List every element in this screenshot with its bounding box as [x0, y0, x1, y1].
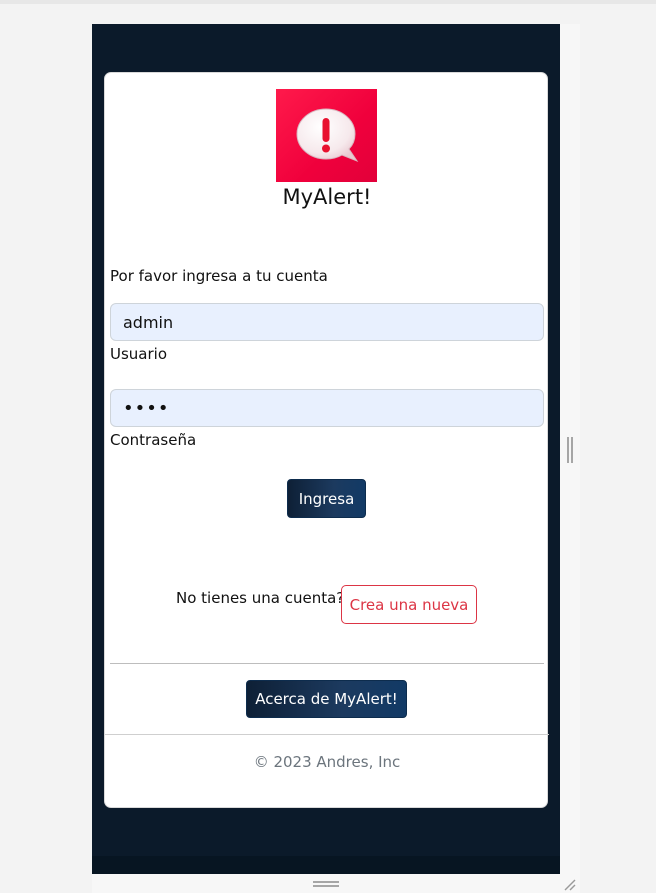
alert-logo-icon [276, 89, 377, 182]
resize-handle-vertical[interactable] [567, 437, 573, 463]
resize-corner-grip-icon[interactable] [562, 876, 576, 891]
register-question: No tienes una cuenta? [176, 589, 345, 607]
app-title: MyAlert! [282, 185, 372, 209]
browser-top-strip [0, 0, 656, 4]
footer-divider [105, 734, 549, 735]
username-value: admin [123, 312, 174, 332]
password-input[interactable]: •••• [110, 389, 544, 427]
footer-copyright: © 2023 Andres, Inc [253, 753, 401, 771]
create-account-button[interactable]: Crea una nueva [341, 585, 477, 624]
username-input[interactable]: admin [110, 303, 544, 341]
resize-handle-horizontal[interactable] [313, 881, 339, 887]
about-button[interactable]: Acerca de MyAlert! [246, 680, 407, 718]
password-value: •••• [123, 397, 170, 419]
login-card: MyAlert! Por favor ingresa a tu cuenta a… [104, 72, 549, 808]
username-label: Usuario [110, 345, 168, 363]
login-prompt: Por favor ingresa a tu cuenta [110, 267, 328, 285]
password-label: Contraseña [110, 431, 197, 449]
login-button[interactable]: Ingresa [287, 479, 366, 518]
divider [110, 663, 544, 664]
viewport-bottom-bar [92, 856, 560, 874]
